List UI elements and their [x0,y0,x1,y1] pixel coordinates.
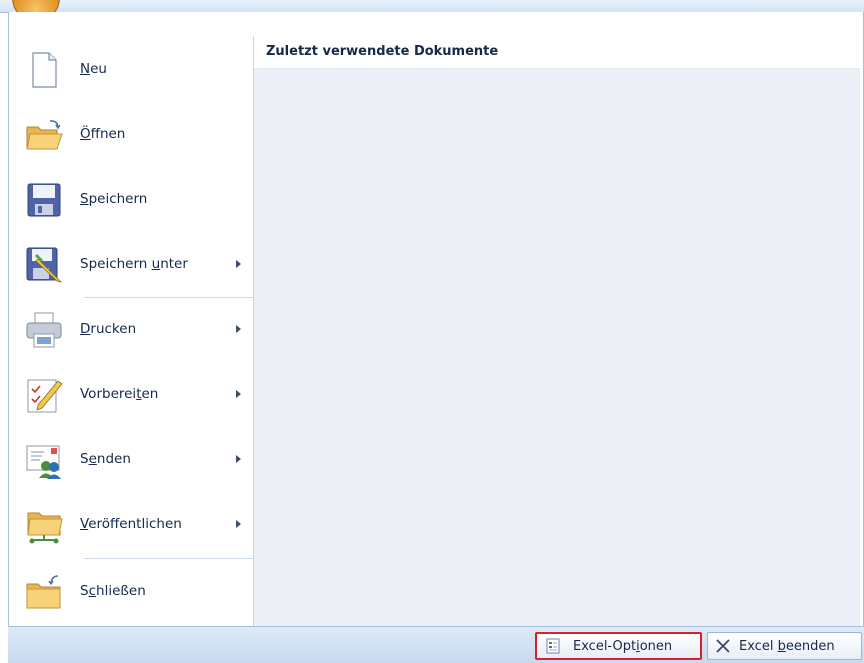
publish-folder-icon [27,512,63,544]
prepare-pencil-icon [27,379,63,413]
menu-separator [84,558,253,559]
printer-icon [26,312,62,348]
submenu-arrow-icon [236,390,241,398]
recent-documents-title: Zuletzt verwendete Dokumente [266,44,499,59]
menu-item-label: Veröffentlichen [80,516,182,532]
recent-documents-pane: Zuletzt verwendete Dokumente [254,36,860,626]
menu-item-save-as[interactable]: Speichern unter [10,237,253,291]
exit-excel-button[interactable]: Excel beenden [707,632,862,660]
save-disk-icon [27,183,61,217]
submenu-arrow-icon [236,455,241,463]
menu-item-publish[interactable]: Veröffentlichen [10,497,253,551]
close-x-icon [716,639,730,653]
menu-item-new[interactable]: Neu [10,42,253,96]
menu-item-label: Vorbereiten [80,386,159,402]
submenu-arrow-icon [236,325,241,333]
menu-item-close[interactable]: Schließen [10,564,253,618]
menu-item-print[interactable]: Drucken [10,302,253,356]
close-folder-icon [26,575,61,609]
menu-separator [84,297,253,298]
menu-item-label: Senden [80,451,131,467]
menu-item-label: Neu [80,61,107,77]
menu-item-save[interactable]: Speichern [10,172,253,226]
menu-item-prepare[interactable]: Vorbereiten [10,367,253,421]
excel-options-label: Excel-Optionen [573,638,673,654]
send-users-icon [26,445,61,479]
menu-item-label: Drucken [80,321,137,337]
menu-item-label: Speichern [80,191,148,207]
save-as-icon [26,247,63,283]
new-document-icon [32,52,57,88]
submenu-arrow-icon [236,260,241,268]
submenu-arrow-icon [236,520,241,528]
menu-item-label: Speichern unter [80,256,188,272]
options-document-icon [546,638,560,654]
menu-item-open[interactable]: Öffnen [10,107,253,161]
menu-item-label: Öffnen [80,126,126,142]
office-menu-commands: Neu Öffnen Speichern Speichern unter Dru… [10,36,254,626]
menu-item-label: Schließen [80,583,146,599]
exit-excel-label: Excel beenden [739,638,835,654]
recent-documents-header: Zuletzt verwendete Dokumente [254,36,860,69]
excel-options-button[interactable]: Excel-Optionen [535,632,702,660]
menu-item-send[interactable]: Senden [10,432,253,486]
open-folder-icon [26,120,63,150]
